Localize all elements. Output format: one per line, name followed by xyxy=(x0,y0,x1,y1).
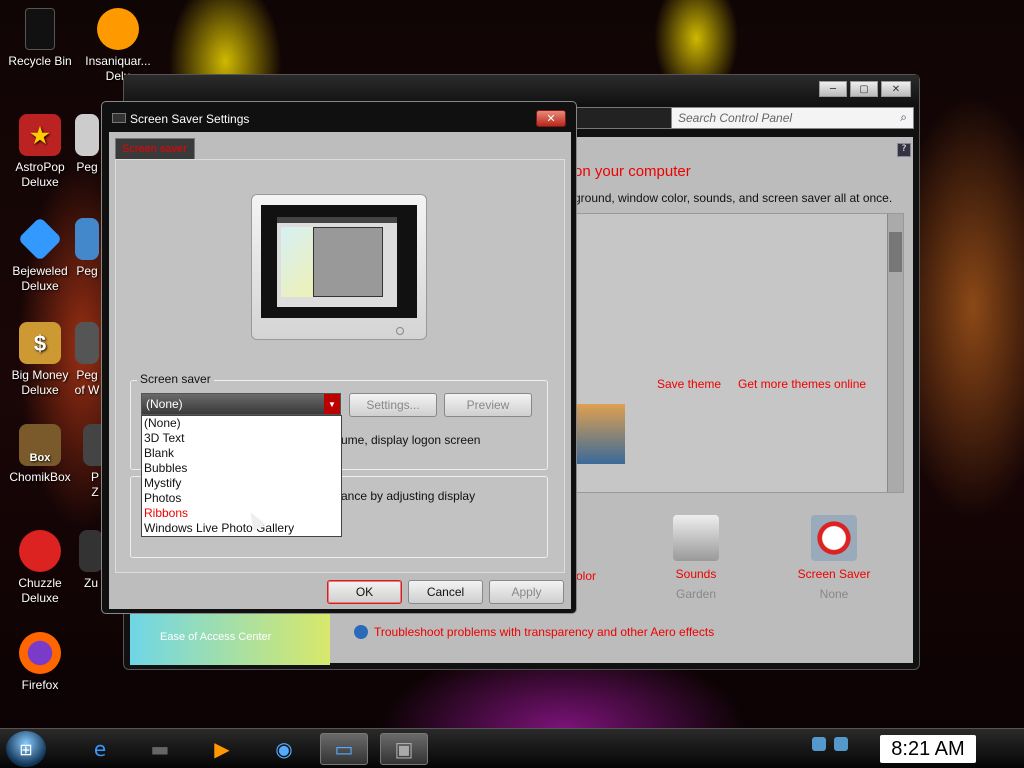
peggle-icon xyxy=(75,114,99,156)
sounds-setting[interactable]: Sounds Garden xyxy=(636,515,756,601)
option-bubbles[interactable]: Bubbles xyxy=(142,461,341,476)
troubleshoot-link[interactable]: Troubleshoot problems with transparency … xyxy=(354,625,714,639)
option-blank[interactable]: Blank xyxy=(142,446,341,461)
screen-saver-icon xyxy=(811,515,857,561)
cancel-button[interactable]: Cancel xyxy=(408,580,483,604)
control-panel-task-icon[interactable]: ▭ xyxy=(320,733,368,765)
astropop-icon: ★ xyxy=(19,114,61,156)
preview-monitor xyxy=(251,194,427,340)
screen-saver-setting[interactable]: Screen Saver None xyxy=(774,515,894,601)
page-title: on your computer xyxy=(574,163,691,180)
preview-button[interactable]: Preview xyxy=(444,393,532,417)
option-3d-text[interactable]: 3D Text xyxy=(142,431,341,446)
gem-icon xyxy=(17,216,63,262)
screen-saver-dialog: Screen Saver Settings ✕ Screen saver Scr… xyxy=(101,101,577,614)
clock[interactable]: 8:21 AM xyxy=(880,735,976,763)
save-theme-link[interactable]: Save theme xyxy=(657,377,721,391)
screen-saver-dropdown[interactable]: (None) ▼ xyxy=(141,393,341,415)
desktop-icon-insaniquarium[interactable]: Insaniquar... Delu xyxy=(78,8,158,84)
close-icon[interactable]: ✕ xyxy=(881,81,911,97)
screen-saver-label: Screen Saver xyxy=(797,567,871,581)
network-icon[interactable] xyxy=(834,737,848,751)
page-description: ground, window color, sounds, and screen… xyxy=(574,191,893,205)
power-indicator xyxy=(396,327,404,335)
peggle-icon xyxy=(75,218,99,260)
dialog-title: Screen Saver Settings xyxy=(130,112,250,126)
desktop-icon-label: Recycle Bin xyxy=(8,54,72,68)
troubleshoot-label: Troubleshoot problems with transparency … xyxy=(374,625,715,639)
help-icon[interactable]: ? xyxy=(897,143,911,157)
power-text: ance by adjusting display xyxy=(341,489,476,503)
folder-icon[interactable]: ▬ xyxy=(136,733,184,765)
chomikbox-badge: Box xyxy=(29,452,51,464)
preview-screen xyxy=(261,205,417,318)
ok-button[interactable]: OK xyxy=(327,580,402,604)
firefox-icon xyxy=(19,632,61,674)
option-none[interactable]: (None) xyxy=(142,416,341,431)
option-photos[interactable]: Photos xyxy=(142,491,341,506)
theme-thumbnail[interactable] xyxy=(575,404,625,464)
screen-saver-value: None xyxy=(819,587,849,601)
chuzzle-icon xyxy=(19,530,61,572)
zuma-icon xyxy=(79,530,103,572)
desktop-icon-firefox[interactable]: Firefox xyxy=(0,632,80,693)
ease-of-access-link[interactable]: Ease of Access Center xyxy=(130,605,330,665)
desktop-icon-label: Firefox xyxy=(21,678,59,692)
start-button[interactable]: ⊞ xyxy=(6,731,46,767)
maximize-icon[interactable]: ▢ xyxy=(850,81,878,97)
get-more-themes-link[interactable]: Get more themes online xyxy=(738,377,866,391)
sounds-icon xyxy=(673,515,719,561)
scrollbar-thumb[interactable] xyxy=(889,232,902,272)
scrollbar[interactable] xyxy=(887,214,903,492)
themes-list[interactable] xyxy=(574,213,904,493)
option-windows-live-photo-gallery[interactable]: Windows Live Photo Gallery xyxy=(142,521,341,536)
system-tray xyxy=(812,737,848,751)
search-icon[interactable]: ⌕ xyxy=(900,110,907,125)
tray-icon[interactable] xyxy=(812,737,826,751)
chevron-down-icon[interactable]: ▼ xyxy=(324,394,340,414)
windows-logo-icon: ⊞ xyxy=(19,739,33,759)
resume-logon-text: ume, display logon screen xyxy=(341,433,481,447)
settings-button[interactable]: Settings... xyxy=(349,393,437,417)
search-placeholder: Search Control Panel xyxy=(678,111,793,125)
search-input[interactable]: Search Control Panel ⌕ xyxy=(671,107,914,129)
desktop-icon-chomikbox[interactable]: Box ChomikBox xyxy=(0,424,80,485)
option-ribbons[interactable]: Ribbons xyxy=(142,506,341,521)
peggle-icon xyxy=(75,322,99,364)
apply-button[interactable]: Apply xyxy=(489,580,564,604)
preview-dialog xyxy=(313,227,383,297)
dialog-app-icon xyxy=(112,113,126,123)
taskbar: ⊞ e ▬ ▶ ◉ ▭ ▣ 8:21 AM xyxy=(0,728,1024,768)
globe-icon[interactable]: ◉ xyxy=(260,733,308,765)
window-color-link-partial[interactable]: olor xyxy=(576,569,596,583)
dialog-body: Screen saver Screen saver (None) ▼ Setti… xyxy=(109,132,571,609)
option-mystify[interactable]: Mystify xyxy=(142,476,341,491)
screen-saver-group-label: Screen saver xyxy=(137,372,214,386)
screen-saver-options-list[interactable]: (None) 3D Text Blank Bubbles Mystify Pho… xyxy=(141,415,342,537)
money-bag-icon: $ xyxy=(19,322,61,364)
sounds-label: Sounds xyxy=(675,567,717,581)
internet-explorer-icon[interactable]: e xyxy=(76,733,124,765)
dropdown-value: (None) xyxy=(146,397,183,411)
chomikbox-icon: Box xyxy=(19,424,61,466)
fish-icon xyxy=(97,8,139,50)
desktop-icon-recycle-bin[interactable]: Recycle Bin xyxy=(0,8,80,69)
desktop-icon-label: ChomikBox xyxy=(9,470,71,484)
screen-saver-task-icon[interactable]: ▣ xyxy=(380,733,428,765)
recycle-bin-icon xyxy=(25,8,55,50)
tab-screen-saver[interactable]: Screen saver xyxy=(115,138,195,160)
media-player-icon[interactable]: ▶ xyxy=(198,733,246,765)
ease-of-access-label: Ease of Access Center xyxy=(160,631,272,643)
globe-icon xyxy=(354,625,368,639)
minimize-icon[interactable]: ─ xyxy=(819,81,847,97)
window-controls: ─ ▢ ✕ xyxy=(819,81,911,97)
close-icon[interactable]: ✕ xyxy=(536,110,566,127)
sounds-value: Garden xyxy=(675,587,717,601)
